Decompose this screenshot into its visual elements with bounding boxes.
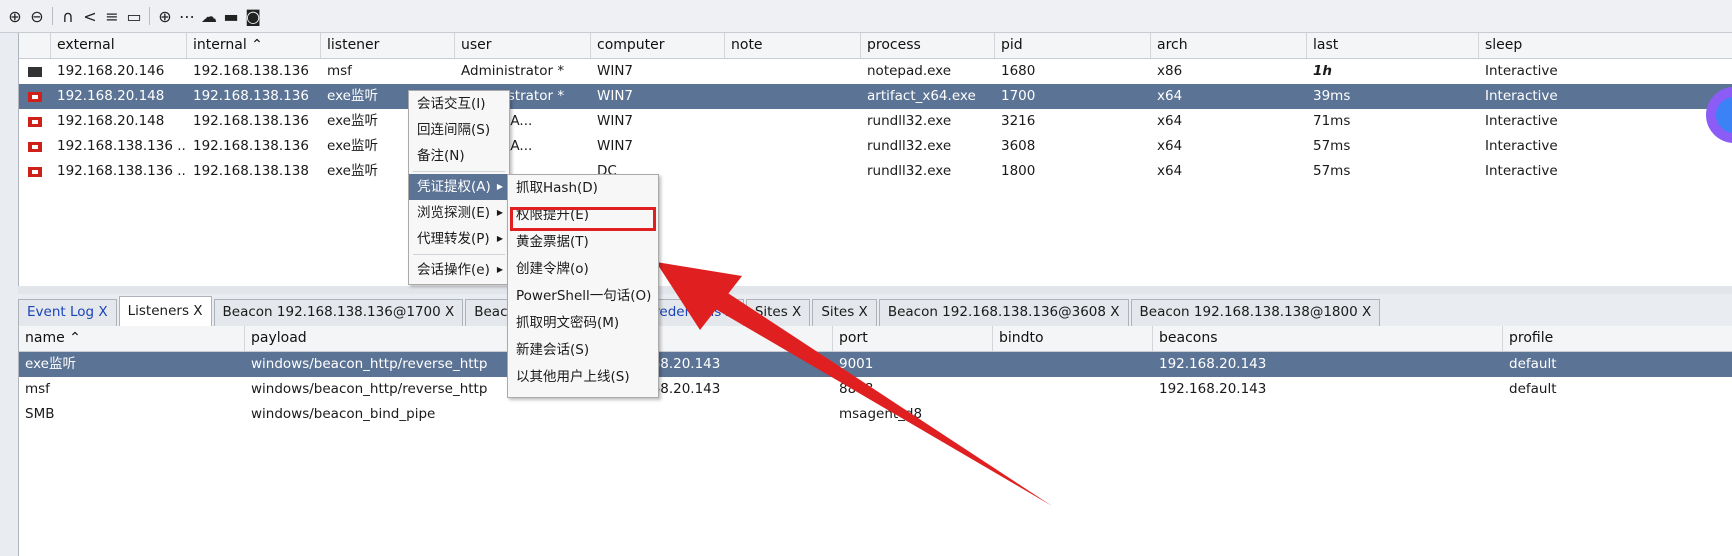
submenu-item[interactable]: 黄金票据(T) [508, 229, 658, 256]
annotation-arrow [656, 262, 1052, 506]
submenu-arrow-icon: ▶ [496, 265, 503, 274]
menu-item[interactable]: 凭证提权(A) ▶ [409, 174, 509, 200]
menu-item[interactable]: 会话操作(e) ▶ [409, 257, 509, 283]
menu-separator [413, 171, 505, 172]
context-menu: 会话交互(I) 回连间隔(S) 备注(N) 凭证提权(A) ▶ 浏览探测(E) ▶ 代理转发(… [408, 90, 510, 285]
floating-assistant-icon[interactable] [1700, 70, 1732, 160]
menu-item[interactable]: 回连间隔(S) [409, 117, 509, 143]
menu-item[interactable]: 会话交互(I) [409, 91, 509, 117]
menu-item-label: 会话操作(e) [417, 262, 490, 278]
menu-item[interactable]: 备注(N) [409, 143, 509, 169]
submenu-item[interactable]: 创建令牌(o) [508, 256, 658, 283]
menu-item-label: 备注(N) [417, 148, 465, 164]
submenu-item[interactable]: 抓取Hash(D) [508, 175, 658, 202]
menu-item[interactable]: 浏览探测(E) ▶ [409, 200, 509, 226]
submenu-item[interactable]: 抓取明文密码(M) [508, 310, 658, 337]
submenu-item[interactable]: 新建会话(S) [508, 337, 658, 364]
menu-item-label: 浏览探测(E) [417, 205, 491, 221]
submenu-arrow-icon: ▶ [496, 234, 503, 243]
menu-item-label: 会话交互(I) [417, 96, 486, 112]
menu-item-label: 代理转发(P) [417, 231, 490, 247]
menu-item-label: 凭证提权(A) [417, 179, 491, 195]
highlight-box [510, 207, 656, 231]
arrow-shaft [700, 284, 1052, 506]
submenu-arrow-icon: ▶ [496, 182, 503, 191]
menu-separator [413, 254, 505, 255]
submenu-item[interactable]: PowerShell一句话(O) [508, 283, 658, 310]
menu-item-label: 回连间隔(S) [417, 122, 491, 138]
submenu-item[interactable]: 以其他用户上线(S) [508, 364, 658, 391]
menu-item[interactable]: 代理转发(P) ▶ [409, 226, 509, 252]
submenu-arrow-icon: ▶ [496, 208, 503, 217]
